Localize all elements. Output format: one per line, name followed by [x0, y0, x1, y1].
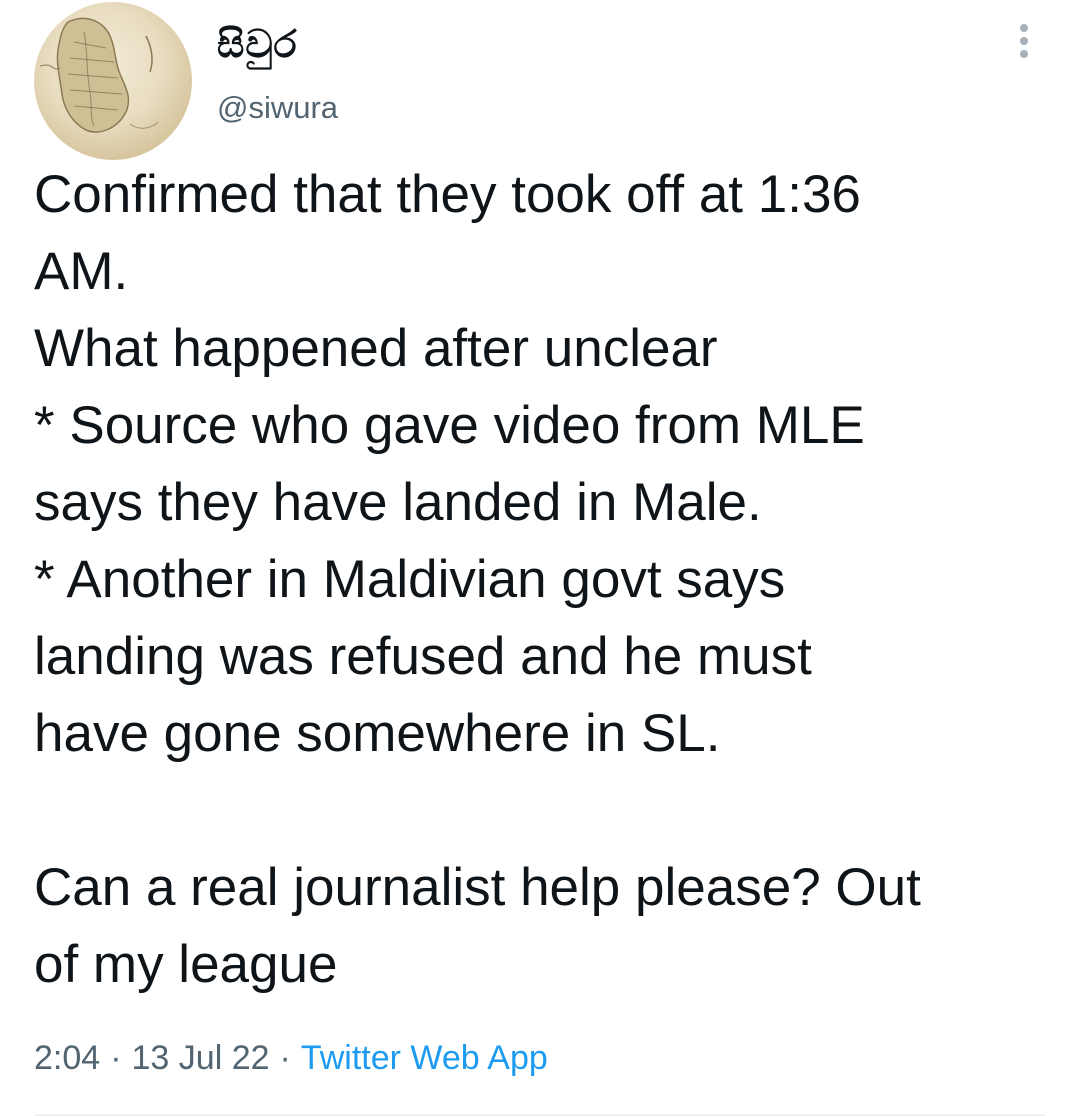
tweet-date[interactable]: 13 Jul 22	[132, 1039, 270, 1077]
divider	[34, 1114, 1046, 1116]
tweet-meta: 2:04 · 13 Jul 22 · Twitter Web App	[34, 1036, 548, 1080]
tweet-time[interactable]: 2:04	[34, 1039, 100, 1077]
author-names: සිවුර @siwura	[217, 20, 338, 126]
tweet-header: සිවුර @siwura	[34, 2, 1054, 162]
tweet-text: Confirmed that they took off at 1:36 AM.…	[34, 165, 921, 994]
dot	[1020, 24, 1028, 32]
separator: ·	[279, 1039, 291, 1077]
separator: ·	[110, 1039, 122, 1077]
tweet-source-link[interactable]: Twitter Web App	[301, 1039, 548, 1077]
dot	[1020, 50, 1028, 58]
display-name[interactable]: සිවුර	[217, 20, 338, 68]
user-handle[interactable]: @siwura	[217, 90, 338, 126]
dot	[1020, 37, 1028, 45]
tweet-card: සිවුර @siwura Confirmed that they took o…	[0, 0, 1080, 1118]
more-vertical-icon[interactable]	[1012, 24, 1036, 64]
avatar[interactable]	[34, 2, 192, 160]
old-map-avatar-image	[39, 17, 159, 133]
